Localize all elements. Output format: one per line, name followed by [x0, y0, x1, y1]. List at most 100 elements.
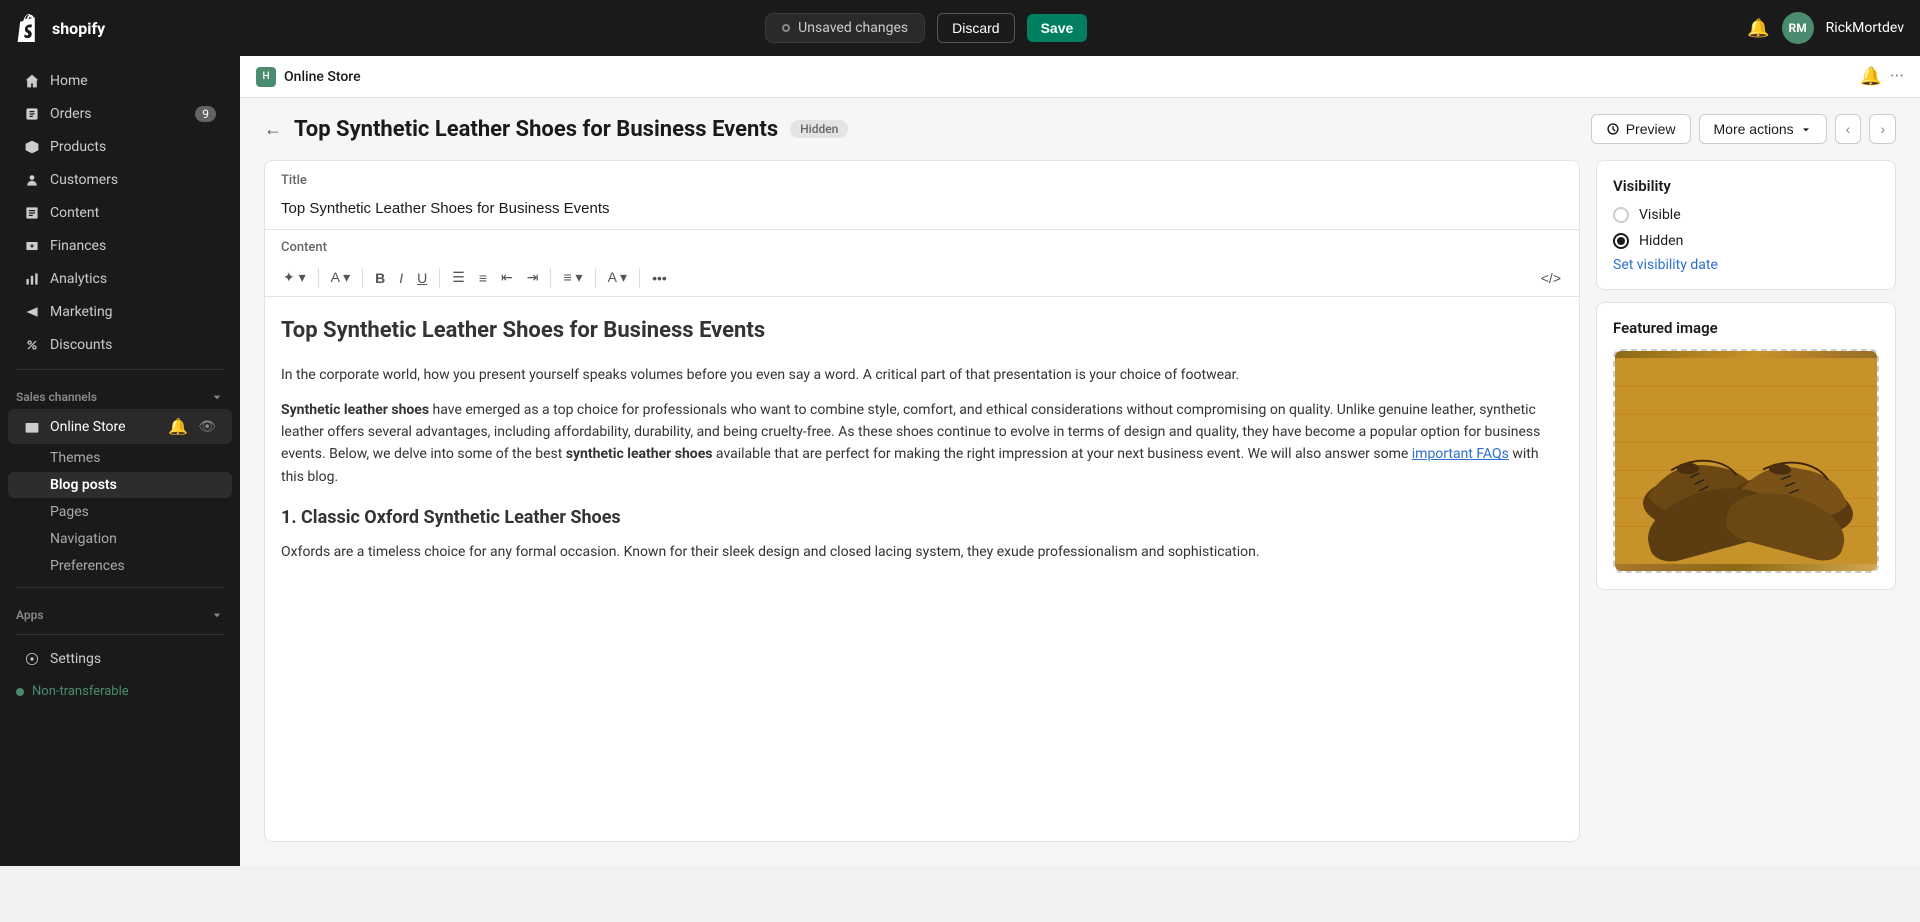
editor-para3: Oxfords are a timeless choice for any fo…: [281, 541, 1563, 563]
sidebar-sub-preferences[interactable]: Preferences: [8, 553, 232, 579]
hidden-radio-inner: [1617, 237, 1625, 245]
indent-button[interactable]: ⇥: [521, 265, 545, 290]
editor-link[interactable]: important FAQs: [1412, 446, 1509, 462]
featured-image-card: Featured image: [1596, 302, 1896, 590]
discard-button[interactable]: Discard: [937, 13, 1014, 43]
sidebar-sub-blog-posts[interactable]: Blog posts: [8, 472, 232, 498]
editor-subheading: 1. Classic Oxford Synthetic Leather Shoe…: [281, 504, 1563, 533]
non-transferable-label: Non-transferable: [32, 684, 129, 699]
visible-label: Visible: [1639, 207, 1681, 223]
bold-button[interactable]: B: [369, 266, 391, 290]
visible-radio-outer: [1613, 207, 1629, 223]
align-button[interactable]: ≡ ▾: [557, 265, 588, 290]
code-button[interactable]: </>: [1535, 266, 1567, 290]
sidebar-item-settings-label: Settings: [50, 651, 101, 667]
non-transferable-dot: [16, 688, 24, 696]
next-button[interactable]: ›: [1869, 114, 1896, 144]
sub-header-more-icon[interactable]: ···: [1890, 66, 1904, 87]
preview-label: Preview: [1626, 121, 1676, 137]
brand-name: shopify: [52, 19, 105, 38]
visibility-hidden-option[interactable]: Hidden: [1613, 233, 1879, 249]
page-header-actions: Preview More actions ‹ ›: [1591, 114, 1896, 144]
sidebar-item-orders-label: Orders: [50, 106, 92, 122]
editor-bold2: synthetic leather shoes: [566, 446, 713, 462]
italic-button[interactable]: I: [393, 266, 409, 290]
ordered-list-button[interactable]: ≡: [473, 266, 493, 290]
visibility-visible-option[interactable]: Visible: [1613, 207, 1879, 223]
title-input[interactable]: [265, 192, 1579, 230]
toolbar-divider-1: [318, 268, 319, 288]
non-transferable-badge: Non-transferable: [0, 676, 240, 707]
sidebar-item-analytics[interactable]: Analytics: [8, 263, 232, 295]
username: RickMortdev: [1826, 20, 1904, 36]
sidebar-sub-navigation[interactable]: Navigation: [8, 526, 232, 552]
more-actions-button[interactable]: More actions: [1699, 114, 1827, 144]
prev-button[interactable]: ‹: [1835, 114, 1862, 144]
sidebar-item-online-store-label: Online Store: [50, 419, 126, 435]
editor-body[interactable]: Top Synthetic Leather Shoes for Business…: [265, 297, 1579, 841]
sidebar-item-content[interactable]: Content: [8, 197, 232, 229]
save-button[interactable]: Save: [1027, 14, 1088, 42]
avatar[interactable]: RM: [1782, 12, 1814, 44]
bullet-list-button[interactable]: ☰: [446, 265, 471, 290]
more-actions-label: More actions: [1714, 121, 1794, 137]
hidden-radio-outer: [1613, 233, 1629, 249]
sidebar-item-home[interactable]: Home: [8, 65, 232, 97]
featured-image-area[interactable]: [1613, 349, 1879, 573]
sidebar-item-discounts[interactable]: Discounts: [8, 329, 232, 361]
store-breadcrumb: H Online Store: [256, 67, 361, 87]
editor-para2-end: available that are perfect for making th…: [712, 446, 1411, 462]
sidebar-item-online-store[interactable]: Online Store 🔔 👁: [8, 409, 232, 444]
sidebar-item-customers[interactable]: Customers: [8, 164, 232, 196]
sidebar-item-orders[interactable]: Orders 9: [8, 98, 232, 130]
visibility-title: Visibility: [1613, 177, 1879, 195]
featured-image-title: Featured image: [1613, 319, 1879, 337]
more-button[interactable]: •••: [646, 266, 673, 290]
bell-icon: 🔔: [168, 417, 188, 436]
sidebar-divider: [16, 369, 224, 370]
toolbar-divider-5: [595, 268, 596, 288]
outdent-button[interactable]: ⇤: [495, 265, 519, 290]
top-nav-center: Unsaved changes Discard Save: [117, 13, 1735, 43]
store-name: Online Store: [284, 69, 361, 85]
content-field-label: Content: [265, 230, 1579, 259]
editor-panel: Title Content ✦ ▾ A ▾ B I U ☰ ≡ ⇤ ⇥: [264, 160, 1580, 842]
sidebar-item-marketing[interactable]: Marketing: [8, 296, 232, 328]
back-button[interactable]: ←: [264, 119, 282, 140]
editor-heading: Top Synthetic Leather Shoes for Business…: [281, 313, 1563, 348]
page-title: Top Synthetic Leather Shoes for Business…: [294, 117, 778, 142]
sidebar-item-analytics-label: Analytics: [50, 271, 107, 287]
eye-icon: 👁: [198, 419, 216, 435]
visibility-card: Visibility Visible Hidden: [1596, 160, 1896, 290]
sidebar-item-products-label: Products: [50, 139, 106, 155]
hidden-label: Hidden: [1639, 233, 1683, 249]
toolbar-divider-3: [439, 268, 440, 288]
snippet-button[interactable]: ✦ ▾: [277, 265, 312, 290]
sub-header-bell-icon[interactable]: 🔔: [1859, 66, 1881, 87]
store-icon: H: [256, 67, 276, 87]
toolbar-divider-4: [550, 268, 551, 288]
set-visibility-date-link[interactable]: Set visibility date: [1613, 257, 1718, 273]
editor-bold1: Synthetic leather shoes: [281, 402, 429, 418]
unsaved-changes-indicator: Unsaved changes: [765, 13, 925, 43]
sidebar-sub-pages[interactable]: Pages: [8, 499, 232, 525]
sidebar-sub-themes[interactable]: Themes: [8, 445, 232, 471]
main-layout: Home Orders 9 Products Customers Content…: [0, 56, 1920, 866]
sidebar-item-marketing-label: Marketing: [50, 304, 113, 320]
top-navigation: shopify Unsaved changes Discard Save 🔔 R…: [0, 0, 1920, 56]
sidebar-item-content-label: Content: [50, 205, 99, 221]
notification-icon[interactable]: 🔔: [1747, 18, 1769, 39]
font-color-button[interactable]: A ▾: [602, 265, 633, 290]
sidebar-item-finances[interactable]: Finances: [8, 230, 232, 262]
sidebar: Home Orders 9 Products Customers Content…: [0, 56, 240, 866]
preview-button[interactable]: Preview: [1591, 114, 1691, 144]
sidebar-item-finances-label: Finances: [50, 238, 106, 254]
shoe-image: [1615, 351, 1877, 571]
font-size-button[interactable]: A ▾: [325, 265, 356, 290]
underline-button[interactable]: U: [411, 266, 433, 290]
editor-para2: Synthetic leather shoes have emerged as …: [281, 399, 1563, 489]
sidebar-item-settings[interactable]: Settings: [8, 643, 232, 675]
sidebar-item-products[interactable]: Products: [8, 131, 232, 163]
top-nav-right: 🔔 RM RickMortdev: [1747, 12, 1904, 44]
sales-channels-label: Sales channels: [16, 390, 97, 404]
